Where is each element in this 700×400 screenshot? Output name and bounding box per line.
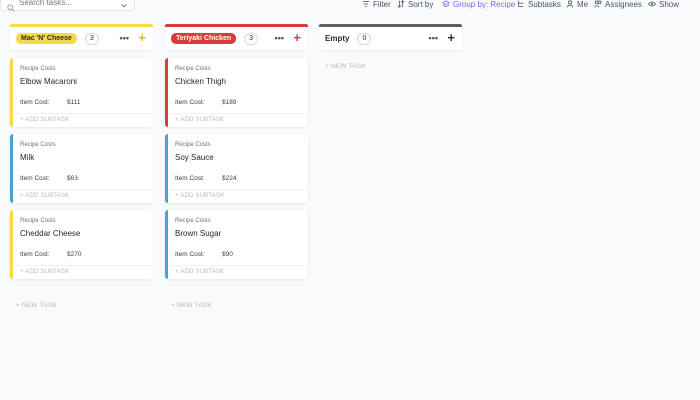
group-by-button[interactable]: Group by: Recipe <box>442 0 515 9</box>
card-title[interactable]: Soy Sauce <box>175 153 214 162</box>
task-card[interactable]: Recipe Costs Cheddar Cheese Item Cost: $… <box>10 210 153 279</box>
card-field-value: $224 <box>222 175 237 182</box>
card-field-label: Item Cost: <box>20 99 50 106</box>
card-title[interactable]: Elbow Macaroni <box>20 77 77 86</box>
search-box[interactable] <box>0 0 135 12</box>
card-list-name: Recipe Costs <box>20 218 56 224</box>
toolbar: Filter Sort by Group by: Recipe Subtasks… <box>0 0 700 12</box>
card-list-name: Recipe Costs <box>175 142 211 148</box>
show-button[interactable]: Show <box>648 0 679 9</box>
group-by-label: Group by: Recipe <box>453 0 516 9</box>
me-button[interactable]: Me <box>566 0 588 9</box>
layers-icon <box>442 0 450 8</box>
card-field-label: Item Cost: <box>175 175 205 182</box>
task-card[interactable]: Recipe Costs Brown Sugar Item Cost: $90 … <box>165 210 308 279</box>
card-title[interactable]: Milk <box>20 153 34 162</box>
filter-button[interactable]: Filter <box>362 0 391 9</box>
card-divider <box>13 113 153 114</box>
eye-icon <box>648 1 656 7</box>
more-options-icon[interactable]: ••• <box>275 34 284 43</box>
new-task-link[interactable]: + NEW TASK <box>165 302 308 309</box>
sort-button[interactable]: Sort by <box>397 0 433 9</box>
card-field-label: Item Cost: <box>175 251 205 258</box>
column-header[interactable]: Mac 'N' Cheese 3 ••• + <box>10 24 153 50</box>
add-subtask-link[interactable]: + ADD SUBTASK <box>175 193 224 199</box>
card-field-value: $189 <box>222 99 237 106</box>
card-field-label: Item Cost: <box>20 251 50 258</box>
add-task-icon[interactable]: + <box>447 31 455 44</box>
me-label: Me <box>577 0 589 9</box>
card-field-value: $63 <box>67 175 78 182</box>
board-column-teriyaki-chicken: Teriyaki Chicken 3 ••• + Recipe Costs Ch… <box>165 24 308 309</box>
search-icon <box>7 0 15 12</box>
add-task-icon[interactable]: + <box>138 31 146 44</box>
column-header[interactable]: Teriyaki Chicken 3 ••• + <box>165 24 308 50</box>
board-column-empty: Empty 0 ••• + + NEW TASK <box>319 24 462 70</box>
more-options-icon[interactable]: ••• <box>429 34 438 43</box>
card-list: Recipe Costs Chicken Thigh Item Cost: $1… <box>165 58 308 279</box>
task-card[interactable]: Recipe Costs Soy Sauce Item Cost: $224 +… <box>165 134 308 203</box>
card-divider <box>168 265 308 266</box>
add-subtask-link[interactable]: + ADD SUBTASK <box>175 269 224 275</box>
card-field-label: Item Cost: <box>175 99 205 106</box>
chevron-down-icon[interactable] <box>120 0 128 8</box>
card-list-name: Recipe Costs <box>20 66 56 72</box>
card-field-value: $111 <box>67 99 81 106</box>
task-card[interactable]: Recipe Costs Chicken Thigh Item Cost: $1… <box>165 58 308 127</box>
column-header[interactable]: Empty 0 ••• + <box>319 24 462 50</box>
subtasks-button[interactable]: Subtasks <box>517 0 561 9</box>
users-icon <box>594 0 602 8</box>
filter-label: Filter <box>373 0 391 9</box>
card-title[interactable]: Brown Sugar <box>175 229 221 238</box>
subtasks-label: Subtasks <box>528 0 561 9</box>
assignees-button[interactable]: Assignees <box>594 0 642 9</box>
task-card[interactable]: Recipe Costs Milk Item Cost: $63 + ADD S… <box>10 134 153 203</box>
card-field-value: $90 <box>222 251 233 258</box>
subtasks-icon <box>518 0 524 7</box>
card-divider <box>13 189 153 190</box>
column-title-badge: Mac 'N' Cheese <box>16 33 77 44</box>
new-task-link[interactable]: + NEW TASK <box>10 302 153 309</box>
add-subtask-link[interactable]: + ADD SUBTASK <box>175 117 224 123</box>
more-options-icon[interactable]: ••• <box>120 34 129 43</box>
search-input[interactable] <box>19 0 115 7</box>
board-column-mac-n-cheese: Mac 'N' Cheese 3 ••• + Recipe Costs Elbo… <box>10 24 153 309</box>
column-count: 3 <box>84 32 99 45</box>
column-title: Empty <box>325 34 350 43</box>
card-list: Recipe Costs Elbow Macaroni Item Cost: $… <box>10 58 153 279</box>
card-list-name: Recipe Costs <box>20 142 56 148</box>
column-title-badge: Teriyaki Chicken <box>171 33 237 44</box>
filter-icon <box>362 1 370 7</box>
assignees-label: Assignees <box>605 0 642 9</box>
card-title[interactable]: Cheddar Cheese <box>20 229 80 238</box>
user-icon <box>566 0 574 8</box>
sort-label: Sort by <box>408 0 434 9</box>
card-divider <box>13 265 153 266</box>
card-list-name: Recipe Costs <box>175 218 211 224</box>
task-card[interactable]: Recipe Costs Elbow Macaroni Item Cost: $… <box>10 58 153 127</box>
add-subtask-link[interactable]: + ADD SUBTASK <box>20 193 69 199</box>
column-count: 3 <box>244 32 259 45</box>
sort-icon <box>397 0 405 8</box>
card-list-name: Recipe Costs <box>175 66 211 72</box>
add-task-icon[interactable]: + <box>293 31 301 44</box>
card-title[interactable]: Chicken Thigh <box>175 77 226 86</box>
card-divider <box>168 113 308 114</box>
card-field-label: Item Cost: <box>20 175 50 182</box>
show-label: Show <box>659 0 680 9</box>
new-task-link[interactable]: + NEW TASK <box>319 63 462 70</box>
card-field-value: $270 <box>67 251 82 258</box>
card-divider <box>168 189 308 190</box>
add-subtask-link[interactable]: + ADD SUBTASK <box>20 117 69 123</box>
column-count: 0 <box>357 32 372 45</box>
add-subtask-link[interactable]: + ADD SUBTASK <box>20 269 69 275</box>
